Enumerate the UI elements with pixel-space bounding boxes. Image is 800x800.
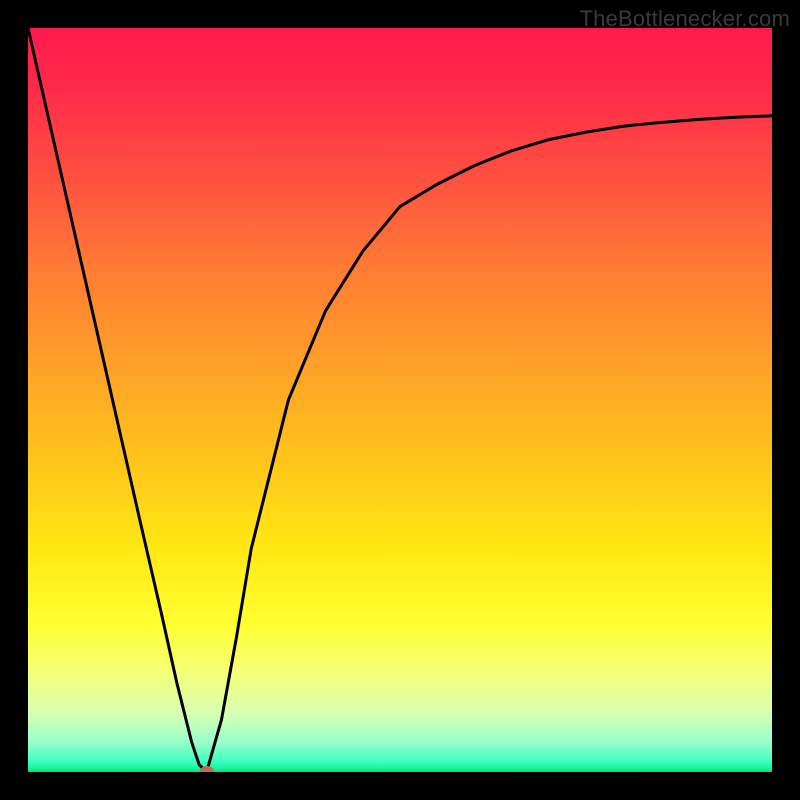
plot-area [28, 28, 772, 772]
chart-frame: TheBottlenecker.com [0, 0, 800, 800]
baseline [28, 770, 772, 772]
bottleneck-curve [28, 28, 772, 772]
watermark-text: TheBottlenecker.com [580, 6, 790, 32]
optimal-marker-icon [200, 766, 214, 772]
